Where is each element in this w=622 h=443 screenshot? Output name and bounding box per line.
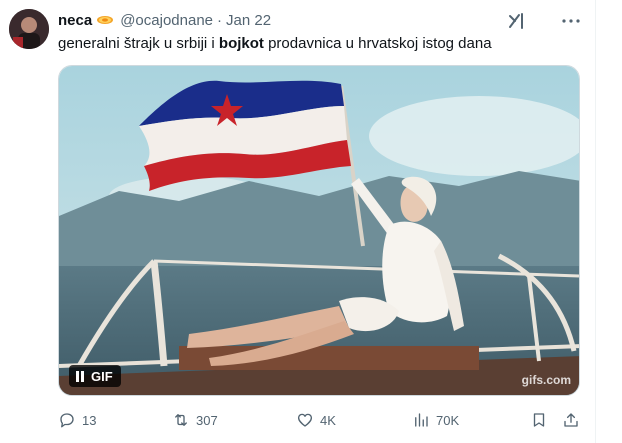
views-count: 70K bbox=[436, 412, 460, 428]
timeline-border bbox=[595, 0, 596, 443]
bookmark-icon bbox=[533, 413, 545, 427]
tweet-text: generalni štrajk u srbiji i bojkot proda… bbox=[58, 34, 492, 54]
gif-frame bbox=[59, 66, 579, 395]
sun-emoji-icon bbox=[96, 13, 114, 27]
tweet-header: neca @ocajodnane · Jan 22 bbox=[58, 10, 271, 30]
reply-icon bbox=[60, 413, 74, 428]
avatar[interactable] bbox=[9, 9, 49, 49]
tweet-text-end: prodavnica u hrvatskoj istog dana bbox=[263, 35, 492, 52]
grok-icon[interactable] bbox=[506, 10, 528, 32]
tweet-date[interactable]: Jan 22 bbox=[226, 12, 271, 29]
avatar-image bbox=[9, 9, 49, 49]
separator-dot: · bbox=[217, 11, 223, 29]
author-name[interactable]: neca bbox=[58, 12, 92, 29]
more-icon[interactable] bbox=[560, 10, 582, 32]
like-icon bbox=[297, 413, 313, 427]
tweet-text-bold: bojkot bbox=[218, 35, 264, 52]
share-button[interactable] bbox=[562, 411, 586, 429]
bookmark-button[interactable] bbox=[530, 411, 554, 429]
repost-count: 307 bbox=[196, 412, 218, 428]
gif-watermark: gifs.com bbox=[521, 373, 571, 387]
pause-icon[interactable] bbox=[75, 370, 85, 382]
tweet-text-start: generalni štrajk u srbiji i bbox=[58, 35, 219, 52]
repost-button[interactable]: 307 bbox=[172, 411, 218, 429]
reply-count: 13 bbox=[82, 412, 97, 428]
like-count: 4K bbox=[320, 412, 336, 428]
tweet-actions: 13 307 4K 70K bbox=[0, 411, 596, 431]
repost-icon bbox=[175, 414, 187, 426]
gif-label: GIF bbox=[91, 368, 113, 384]
share-icon bbox=[564, 413, 578, 427]
views-icon bbox=[415, 413, 428, 427]
gif-badge[interactable]: GIF bbox=[69, 365, 121, 387]
reply-button[interactable]: 13 bbox=[58, 411, 96, 429]
like-button[interactable]: 4K bbox=[296, 411, 336, 429]
author-handle[interactable]: @ocajodnane bbox=[120, 12, 213, 29]
views-button[interactable]: 70K bbox=[412, 411, 459, 429]
gif-media[interactable]: GIF gifs.com bbox=[58, 65, 580, 396]
